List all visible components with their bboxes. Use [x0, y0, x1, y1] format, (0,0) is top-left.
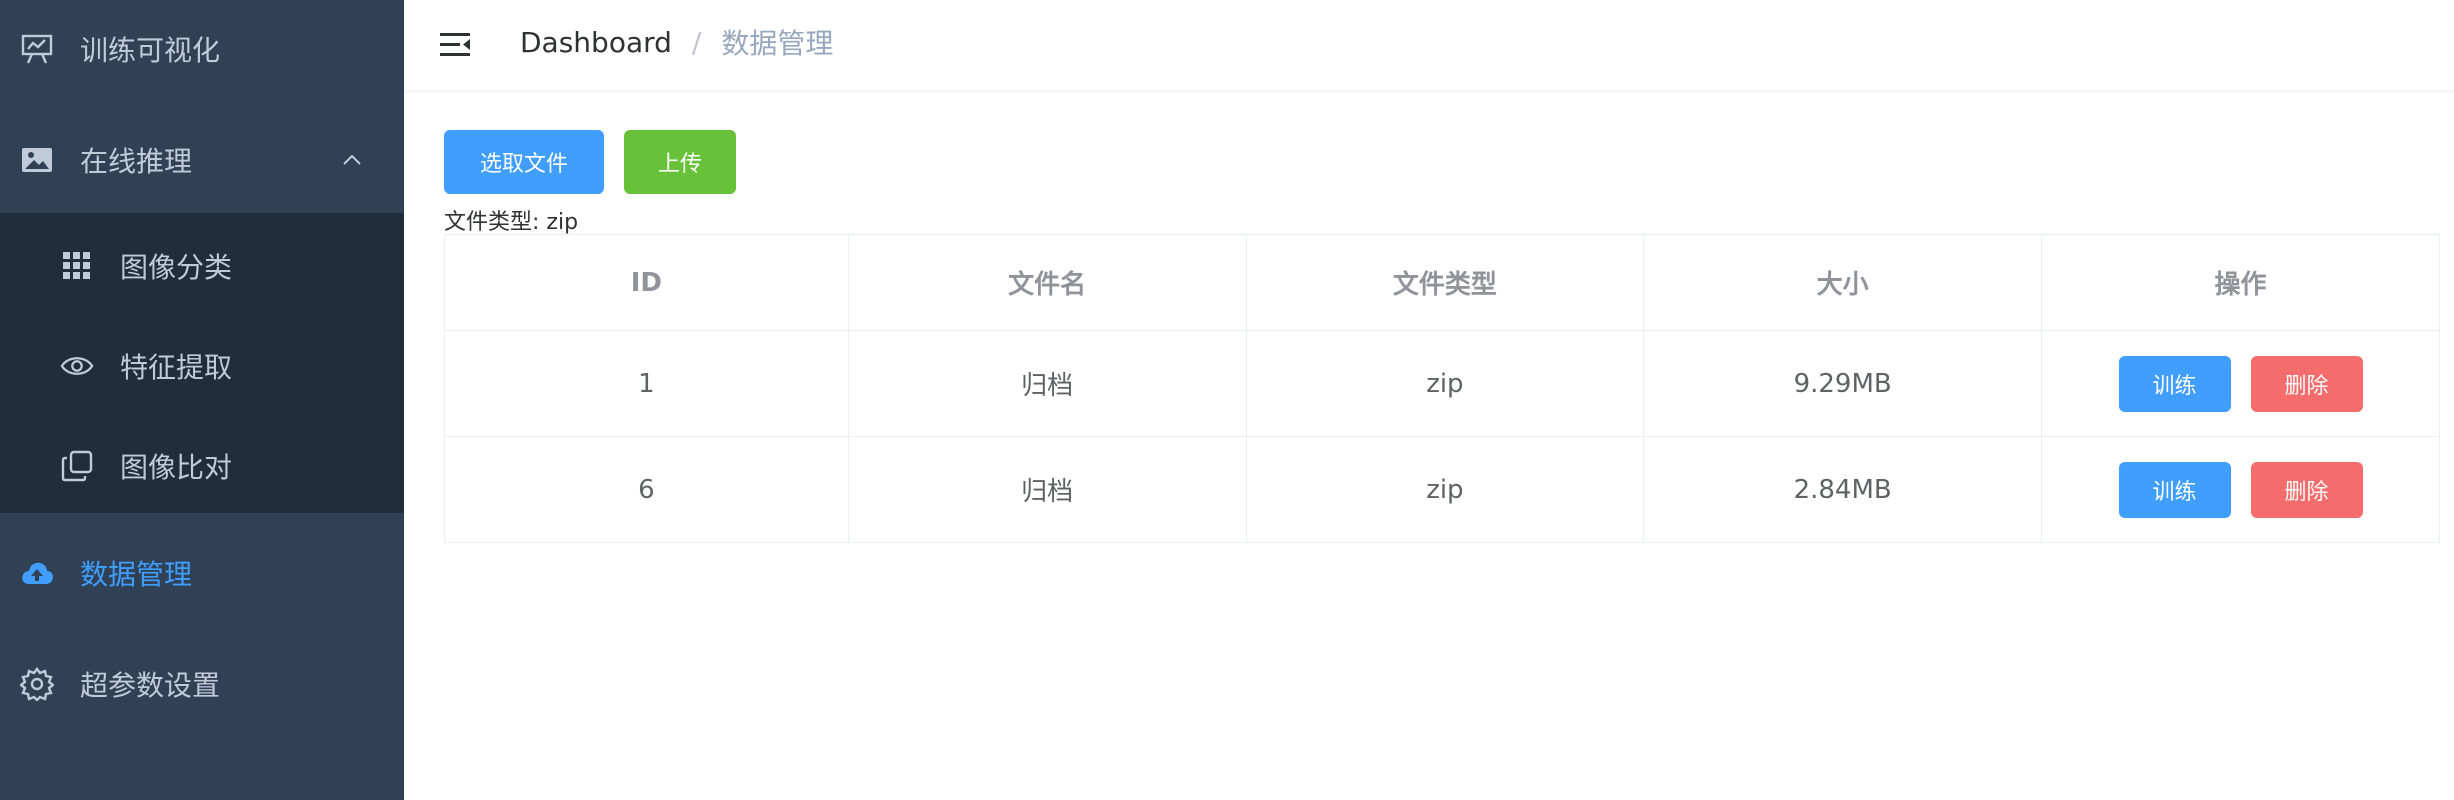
- table-row: 6 归档 zip 2.84MB 训练 删除: [444, 436, 2440, 543]
- submenu-item-label: 图像分类: [120, 251, 233, 284]
- cell-name: 归档: [847, 330, 1247, 437]
- column-header: ID: [444, 234, 849, 331]
- cell-type: zip: [1245, 436, 1645, 543]
- sidebar-item-label: 超参数设置: [80, 669, 221, 702]
- sidebar-item-label: 在线推理: [80, 145, 193, 178]
- column-header: 操作: [2041, 234, 2440, 331]
- upload-button[interactable]: 上传: [624, 130, 736, 194]
- sidebar: 训练可视化 在线推理 图像分类 特征提取 图像比对 数据管理 超参数设置: [0, 0, 404, 800]
- breadcrumb-home[interactable]: Dashboard: [520, 26, 672, 59]
- cell-name: 归档: [847, 436, 1247, 543]
- file-table: ID 文件名 文件类型 大小 操作 1 归档 zip 9.29MB 训练 删除 …: [444, 234, 2440, 543]
- copy-icon: [60, 449, 94, 483]
- eye-icon: [60, 349, 94, 383]
- grid-icon: [60, 249, 94, 283]
- navbar: Dashboard / 数据管理: [404, 0, 2454, 90]
- cell-id: 6: [444, 436, 849, 543]
- sidebar-item-hyperparameter-settings[interactable]: 超参数设置: [0, 629, 404, 739]
- submenu-item-label: 特征提取: [120, 351, 233, 384]
- image-icon: [20, 143, 54, 177]
- train-button[interactable]: 训练: [2118, 355, 2231, 412]
- column-header: 大小: [1643, 234, 2043, 331]
- table-row: 1 归档 zip 9.29MB 训练 删除: [444, 330, 2440, 437]
- cell-actions: 训练 删除: [2041, 436, 2440, 543]
- train-button[interactable]: 训练: [2118, 461, 2231, 518]
- breadcrumb: Dashboard / 数据管理: [520, 22, 833, 62]
- breadcrumb-separator: /: [691, 25, 702, 59]
- submenu-item-image-comparison[interactable]: 图像比对: [0, 416, 404, 516]
- file-type-hint: 文件类型: zip: [444, 210, 579, 235]
- table-header-row: ID 文件名 文件类型 大小 操作: [444, 234, 2440, 331]
- select-file-button[interactable]: 选取文件: [444, 130, 604, 194]
- submenu-item-feature-extraction[interactable]: 特征提取: [0, 316, 404, 416]
- sidebar-item-label: 训练可视化: [80, 34, 221, 67]
- cell-size: 2.84MB: [1643, 436, 2043, 543]
- sidebar-item-label: 数据管理: [80, 558, 193, 591]
- cloud-upload-icon: [20, 556, 54, 590]
- sidebar-item-data-management[interactable]: 数据管理: [0, 518, 404, 628]
- chevron-up-icon: [340, 148, 364, 172]
- menu-toggle-icon[interactable]: [436, 25, 476, 65]
- presentation-icon: [20, 32, 54, 66]
- cell-type: zip: [1245, 330, 1645, 437]
- breadcrumb-current: 数据管理: [721, 27, 834, 60]
- sidebar-item-online-inference[interactable]: 在线推理: [0, 105, 404, 215]
- delete-button[interactable]: 删除: [2250, 461, 2363, 518]
- sidebar-item-training-visualization[interactable]: 训练可视化: [0, 0, 404, 104]
- cell-id: 1: [444, 330, 849, 437]
- submenu-item-label: 图像比对: [120, 451, 233, 484]
- column-header: 文件名: [847, 234, 1247, 331]
- cell-size: 9.29MB: [1643, 330, 2043, 437]
- gear-icon: [20, 667, 54, 701]
- submenu-item-image-classification[interactable]: 图像分类: [0, 216, 404, 316]
- column-header: 文件类型: [1245, 234, 1645, 331]
- cell-actions: 训练 删除: [2041, 330, 2440, 437]
- delete-button[interactable]: 删除: [2250, 355, 2363, 412]
